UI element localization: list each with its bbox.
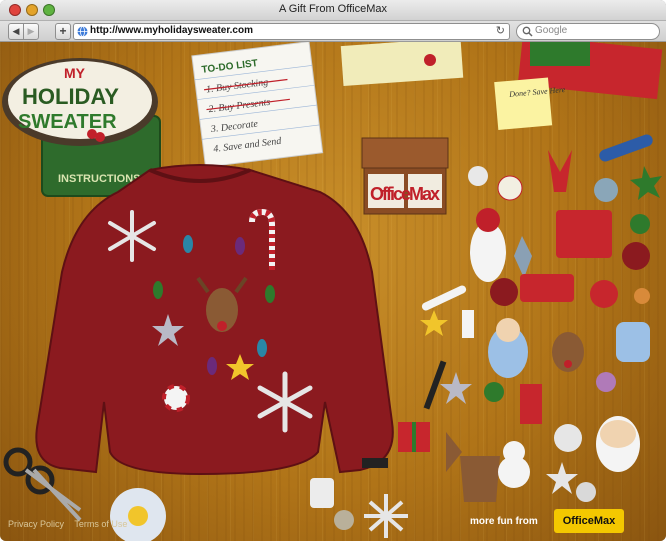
privacy-policy-link[interactable]: Privacy Policy <box>8 519 64 529</box>
todo-note: TO-DO LIST 1. Buy Stocking 2. Buy Presen… <box>191 42 324 168</box>
ribbon-spool[interactable] <box>110 488 166 541</box>
page-content: MY HOLIDAY SWEATER INSTRUCTIONS TO-DO LI… <box>0 42 666 541</box>
browser-window: A Gift From OfficeMax ◀ ▶ + http://www.m… <box>0 0 666 541</box>
window-title: A Gift From OfficeMax <box>279 3 387 15</box>
back-button[interactable]: ◀ <box>8 23 24 40</box>
footer-links: Privacy Policy Terms of Use <box>8 519 135 529</box>
logo-sign[interactable]: MY HOLIDAY SWEATER INSTRUCTIONS <box>2 58 161 197</box>
title-bar: A Gift From OfficeMax <box>0 0 666 21</box>
search-field[interactable]: Google <box>516 23 660 40</box>
reload-icon[interactable]: ↻ <box>496 24 505 37</box>
logo-holiday: HOLIDAY <box>22 84 119 109</box>
add-bookmark-button[interactable]: + <box>55 23 71 40</box>
letter-box[interactable]: OfficeMax <box>361 137 449 215</box>
logo-my: MY <box>64 65 86 81</box>
browser-toolbar: ◀ ▶ + http://www.myholidaysweater.com ↻ … <box>0 21 666 42</box>
url-text: http://www.myholidaysweater.com <box>90 25 253 36</box>
scene-canvas: MY HOLIDAY SWEATER INSTRUCTIONS TO-DO LI… <box>2 42 663 541</box>
logo-instructions[interactable]: INSTRUCTIONS <box>58 173 141 185</box>
logo-sweater: SWEATER <box>18 111 117 133</box>
search-placeholder: Google <box>535 25 568 36</box>
globe-icon <box>77 26 88 37</box>
more-fun-text: more fun from <box>470 516 538 527</box>
forward-button[interactable]: ▶ <box>23 23 39 40</box>
box-letters: OfficeMax <box>370 184 440 204</box>
peppermint-ornament[interactable] <box>162 384 190 412</box>
officemax-badge[interactable]: OfficeMax <box>554 509 624 533</box>
terms-link[interactable]: Terms of Use <box>74 519 127 529</box>
address-bar[interactable]: http://www.myholidaysweater.com ↻ <box>73 23 510 40</box>
search-icon <box>522 26 533 37</box>
